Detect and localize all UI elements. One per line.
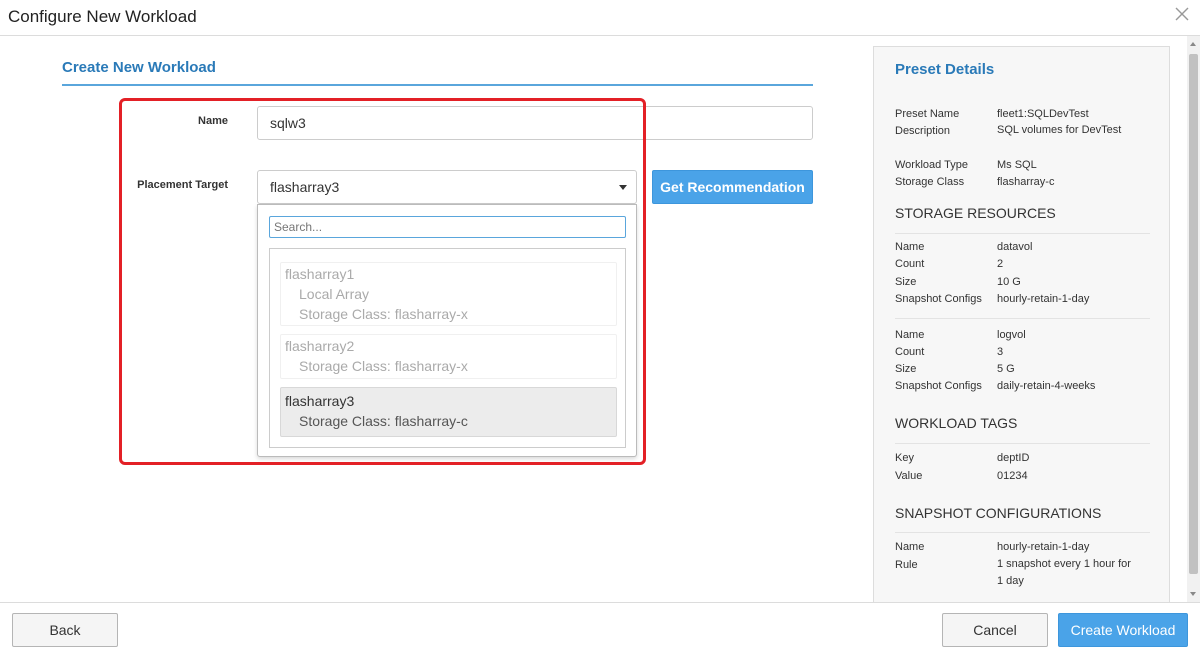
back-button[interactable]: Back [12, 613, 118, 647]
preset-name-value: fleet1:SQLDevTest [997, 108, 1089, 120]
snapshot-rule-value: 1 snapshot every 1 hour for 1 day [997, 558, 1131, 587]
volume-name-key: Name [895, 241, 925, 253]
preset-details-panel: Preset Details Preset Name fleet1:SQLDev… [873, 46, 1170, 606]
highlight-box [119, 98, 646, 465]
tag-value-label: Value [895, 470, 923, 482]
description-key: Description [895, 125, 951, 137]
divider [895, 443, 1150, 444]
tag-key-value: deptID [997, 452, 1030, 464]
volume-name-value: datavol [997, 241, 1033, 253]
preset-name-key: Preset Name [895, 108, 960, 120]
tag-key-label: Key [895, 452, 914, 464]
workload-tags-heading: WORKLOAD TAGS [895, 415, 1018, 431]
workload-type-value: Ms SQL [997, 159, 1037, 171]
volume-count-value: 3 [997, 346, 1004, 358]
volume-size-key: Size [895, 276, 917, 288]
volume-name-value: logvol [997, 329, 1026, 341]
volume-size-key: Size [895, 363, 917, 375]
snapshot-rule-key: Rule [895, 559, 918, 571]
volume-size-value: 5 G [997, 363, 1015, 375]
section-divider [62, 84, 813, 86]
volume-snapshot-value: hourly-retain-1-day [997, 293, 1090, 305]
snapshot-name-key: Name [895, 541, 925, 553]
get-recommendation-button[interactable]: Get Recommendation [652, 170, 813, 204]
scroll-up-icon[interactable] [1190, 42, 1196, 46]
snapshot-configurations-heading: SNAPSHOT CONFIGURATIONS [895, 505, 1102, 521]
scroll-down-icon[interactable] [1190, 592, 1196, 596]
tag-value-value: 01234 [997, 470, 1028, 482]
description-value: SQL volumes for DevTest [997, 124, 1122, 136]
panel-title: Preset Details [895, 61, 995, 78]
divider [895, 318, 1150, 319]
volume-snapshot-key: Snapshot Configs [895, 293, 982, 305]
create-workload-button[interactable]: Create Workload [1058, 613, 1188, 647]
close-icon[interactable] [1174, 6, 1190, 22]
volume-name-key: Name [895, 329, 925, 341]
volume-size-value: 10 G [997, 276, 1021, 288]
storage-class-key: Storage Class [895, 176, 965, 188]
dialog-footer: Back Cancel Create Workload [0, 602, 1200, 662]
storage-resources-heading: STORAGE RESOURCES [895, 205, 1056, 221]
volume-snapshot-value: daily-retain-4-weeks [997, 380, 1096, 392]
volume-count-key: Count [895, 346, 925, 358]
workload-type-key: Workload Type [895, 159, 968, 171]
snapshot-name-value: hourly-retain-1-day [997, 541, 1090, 553]
dialog-titlebar: Configure New Workload [0, 0, 1200, 36]
section-title: Create New Workload [62, 59, 216, 76]
scrollbar-thumb[interactable] [1189, 54, 1198, 574]
volume-snapshot-key: Snapshot Configs [895, 380, 982, 392]
scrollbar[interactable] [1187, 36, 1200, 602]
volume-count-value: 2 [997, 258, 1004, 270]
cancel-button[interactable]: Cancel [942, 613, 1048, 647]
dialog-title: Configure New Workload [8, 7, 197, 26]
divider [895, 233, 1150, 234]
storage-class-value: flasharray-c [997, 176, 1055, 188]
volume-count-key: Count [895, 258, 925, 270]
divider [895, 532, 1150, 533]
